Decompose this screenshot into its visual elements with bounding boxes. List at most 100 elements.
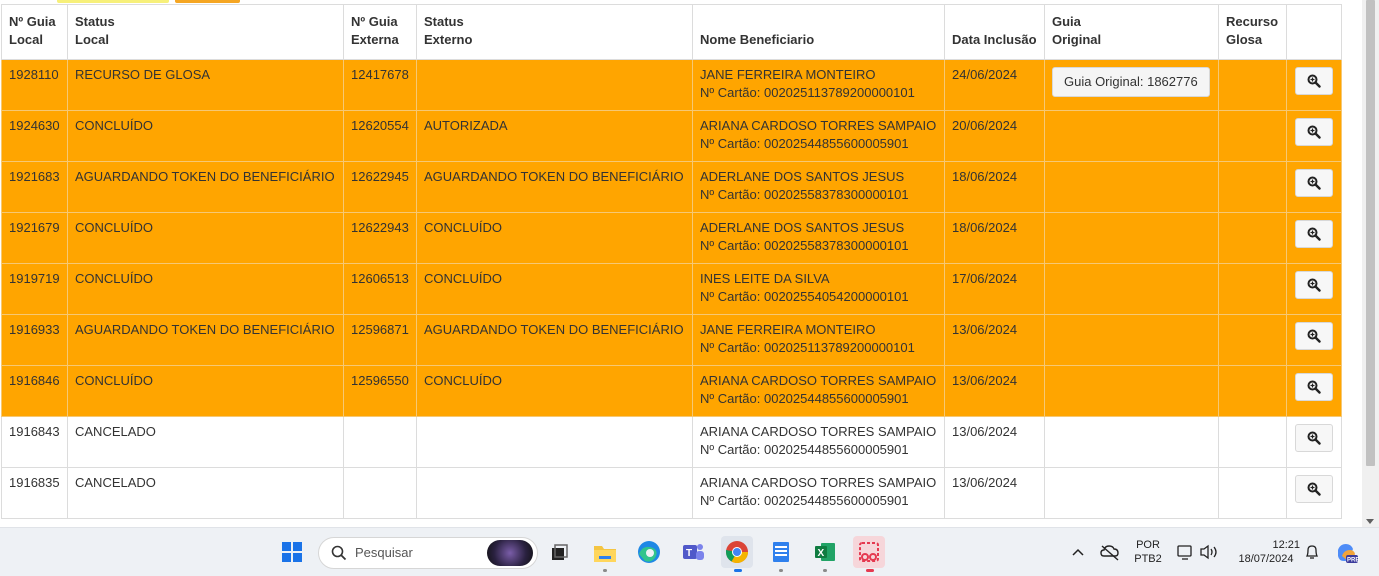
beneficiary-name: JANE FERREIRA MONTEIRO	[700, 67, 876, 82]
cell-status-externo: CONCLUÍDO	[416, 212, 693, 264]
view-details-button[interactable]	[1295, 220, 1333, 248]
beneficiary-name: INES LEITE DA SILVA	[700, 271, 830, 286]
zoom-in-icon	[1307, 125, 1321, 139]
cell-data-inclusao: 18/06/2024	[944, 212, 1045, 264]
vertical-scrollbar[interactable]	[1362, 0, 1379, 527]
svg-text:T: T	[686, 548, 692, 559]
table-row[interactable]: 1916843 CANCELADO ARIANA CARDOSO TORRES SA…	[1, 416, 1342, 468]
card-number: Nº Cartão: 00202544855600005901	[700, 136, 909, 151]
table-row[interactable]: 1916846 CONCLUÍDO 12596550 CONCLUÍDO ARIANA …	[1, 365, 1342, 417]
beneficiary-name: JANE FERREIRA MONTEIRO	[700, 322, 876, 337]
view-details-button[interactable]	[1295, 373, 1333, 401]
column-header-line2: Externa	[351, 32, 399, 47]
snipping-tool-icon[interactable]	[853, 536, 885, 568]
cell-status-local: CONCLUÍDO	[67, 365, 344, 417]
column-header-line1: Recurso	[1226, 14, 1279, 29]
view-details-button[interactable]	[1295, 322, 1333, 350]
chevron-up-icon[interactable]	[1068, 536, 1088, 568]
cell-recurso-glosa	[1218, 161, 1287, 213]
cell-guia-original	[1044, 416, 1219, 468]
cell-status-local: AGUARDANDO TOKEN DO BENEFICIÁRIO	[67, 161, 344, 213]
table-row[interactable]: 1928110 RECURSO DE GLOSA 12417678 JANE FERR…	[1, 59, 1342, 111]
cell-nome-beneficiario: ADERLANE DOS SANTOS JESUS Nº Cartão: 0020…	[692, 161, 945, 213]
table-row[interactable]: 1921679 CONCLUÍDO 12622943 CONCLUÍDO ADERLAN…	[1, 212, 1342, 264]
cell-status-externo: AGUARDANDO TOKEN DO BENEFICIÁRIO	[416, 314, 693, 366]
table-row[interactable]: 1916835 CANCELADO ARIANA CARDOSO TORRES SA…	[1, 467, 1342, 519]
beneficiary-name: ADERLANE DOS SANTOS JESUS	[700, 169, 905, 184]
input-language[interactable]: POR PTB2	[1130, 538, 1166, 566]
cell-data-inclusao: 18/06/2024	[944, 161, 1045, 213]
cell-status-externo: AGUARDANDO TOKEN DO BENEFICIÁRIO	[416, 161, 693, 213]
column-header-line2: Local	[75, 32, 109, 47]
excel-icon[interactable]: X	[809, 536, 841, 568]
notification-bell-icon[interactable]	[1302, 536, 1322, 568]
cell-guia-original	[1044, 161, 1219, 213]
view-details-button[interactable]	[1295, 424, 1333, 452]
cell-recurso-glosa	[1218, 416, 1287, 468]
table-row[interactable]: 1916933 AGUARDANDO TOKEN DO BENEFICIÁRIO 1…	[1, 314, 1342, 366]
card-number: Nº Cartão: 00202544855600005901	[700, 493, 909, 508]
cell-guia-local: 1919719	[1, 263, 68, 315]
cell-guia-original	[1044, 467, 1219, 519]
cell-recurso-glosa	[1218, 59, 1287, 111]
copilot-icon[interactable]: PRE	[1332, 536, 1360, 568]
guia-original-button[interactable]: Guia Original: 1862776	[1052, 67, 1210, 97]
zoom-in-icon	[1307, 329, 1321, 343]
cell-recurso-glosa	[1218, 467, 1287, 519]
table-body: 1928110 RECURSO DE GLOSA 12417678 JANE FERR…	[1, 59, 1342, 519]
volume-icon[interactable]	[1197, 536, 1219, 568]
notepad-icon[interactable]	[765, 536, 797, 568]
windows-start-icon[interactable]	[276, 536, 308, 568]
view-details-button[interactable]	[1295, 169, 1333, 197]
view-details-button[interactable]	[1295, 475, 1333, 503]
column-header-recurso-glosa: Recurso Glosa	[1218, 4, 1287, 60]
cell-status-local: AGUARDANDO TOKEN DO BENEFICIÁRIO	[67, 314, 344, 366]
cell-recurso-glosa	[1218, 365, 1287, 417]
table-row[interactable]: 1921683 AGUARDANDO TOKEN DO BENEFICIÁRIO 1…	[1, 161, 1342, 213]
column-header-guia-local: Nº Guia Local	[1, 4, 68, 60]
table-row[interactable]: 1919719 CONCLUÍDO 12606513 CONCLUÍDO INES LE…	[1, 263, 1342, 315]
cell-data-inclusao: 13/06/2024	[944, 467, 1045, 519]
view-details-button[interactable]	[1295, 67, 1333, 95]
keyboard-layout: PTB2	[1134, 553, 1162, 565]
card-number: Nº Cartão: 00202544855600005901	[700, 442, 909, 457]
language-code: POR	[1136, 539, 1160, 551]
chrome-browser-icon[interactable]	[721, 536, 753, 568]
cell-actions	[1286, 161, 1342, 213]
zoom-in-icon	[1307, 227, 1321, 241]
file-explorer-icon[interactable]	[589, 536, 621, 568]
svg-text:PRE: PRE	[1347, 558, 1359, 564]
scrollbar-thumb[interactable]	[1366, 0, 1375, 466]
cell-data-inclusao: 17/06/2024	[944, 263, 1045, 315]
table-row[interactable]: 1924630 CONCLUÍDO 12620554 AUTORIZADA ARIANA…	[1, 110, 1342, 162]
column-header-line2: Data Inclusão	[952, 32, 1037, 47]
cell-guia-local: 1916933	[1, 314, 68, 366]
task-view-icon[interactable]	[543, 536, 575, 568]
scroll-down-arrow-icon[interactable]	[1366, 519, 1374, 524]
column-header-line1: Nº Guia	[351, 14, 398, 29]
partial-tab-orange[interactable]	[175, 0, 240, 3]
running-indicator	[779, 569, 783, 572]
cell-actions	[1286, 365, 1342, 417]
cell-nome-beneficiario: ADERLANE DOS SANTOS JESUS Nº Cartão: 0020…	[692, 212, 945, 264]
cell-guia-externa: 12620554	[343, 110, 417, 162]
taskbar-search-box[interactable]: Pesquisar	[318, 537, 538, 569]
card-number: Nº Cartão: 00202511378920000010​1	[700, 85, 915, 100]
edge-browser-icon[interactable]	[633, 536, 665, 568]
network-icon[interactable]	[1174, 536, 1196, 568]
teams-icon[interactable]: T	[677, 536, 709, 568]
column-header-line1: Guia	[1052, 14, 1081, 29]
zoom-in-icon	[1307, 278, 1321, 292]
view-details-button[interactable]	[1295, 118, 1333, 146]
view-details-button[interactable]	[1295, 271, 1333, 299]
column-header-line2: Original	[1052, 32, 1102, 47]
clock[interactable]: 12:21 18/07/2024	[1228, 538, 1304, 566]
cloud-offline-icon[interactable]	[1098, 536, 1122, 568]
column-header-line2: Externo	[424, 32, 473, 47]
beneficiary-name: ARIANA CARDOSO TORRES SAMPAIO	[700, 373, 937, 388]
column-header-line1: Status	[424, 14, 464, 29]
zoom-in-icon	[1307, 380, 1321, 394]
partial-tab-yellow[interactable]	[57, 0, 169, 3]
cell-guia-externa: 12596871	[343, 314, 417, 366]
cell-nome-beneficiario: ARIANA CARDOSO TORRES SAMPAIO Nº Cartão: …	[692, 416, 945, 468]
